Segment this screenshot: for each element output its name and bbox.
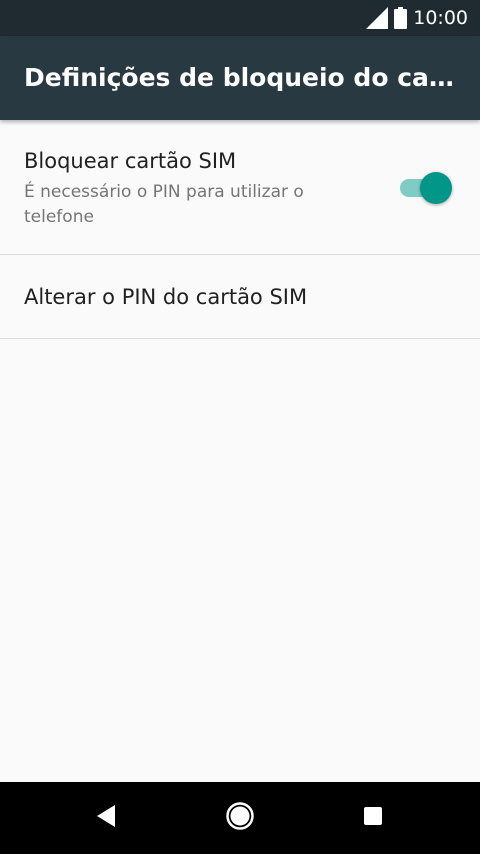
- navigation-bar: [0, 782, 480, 854]
- lock-sim-card-row[interactable]: Bloquear cartão SIM É necessário o PIN p…: [0, 120, 480, 255]
- back-button[interactable]: [89, 800, 125, 836]
- toggle-thumb: [420, 172, 452, 204]
- page-title: Definições de bloqueio do cartão SIM: [24, 63, 464, 92]
- signal-icon: [366, 7, 389, 29]
- recent-apps-icon: [363, 806, 383, 830]
- recent-apps-button[interactable]: [355, 800, 391, 836]
- battery-icon: [394, 7, 408, 29]
- preferences-list: Bloquear cartão SIM É necessário o PIN p…: [0, 120, 480, 339]
- status-bar: 10:00: [0, 0, 480, 36]
- clock: 10:00: [413, 7, 468, 29]
- app-bar: Definições de bloqueio do cartão SIM: [0, 36, 480, 120]
- lock-sim-card-title: Bloquear cartão SIM: [24, 149, 237, 173]
- change-sim-pin-title: Alterar o PIN do cartão SIM: [24, 285, 308, 309]
- home-icon: [225, 801, 255, 835]
- back-icon: [97, 805, 117, 831]
- change-sim-pin-row[interactable]: Alterar o PIN do cartão SIM: [0, 255, 480, 339]
- lock-sim-card-summary: É necessário o PIN para utilizar o telef…: [24, 182, 304, 227]
- status-icons: 10:00: [366, 6, 468, 30]
- home-button[interactable]: [222, 800, 258, 836]
- lock-sim-card-toggle[interactable]: [398, 170, 452, 204]
